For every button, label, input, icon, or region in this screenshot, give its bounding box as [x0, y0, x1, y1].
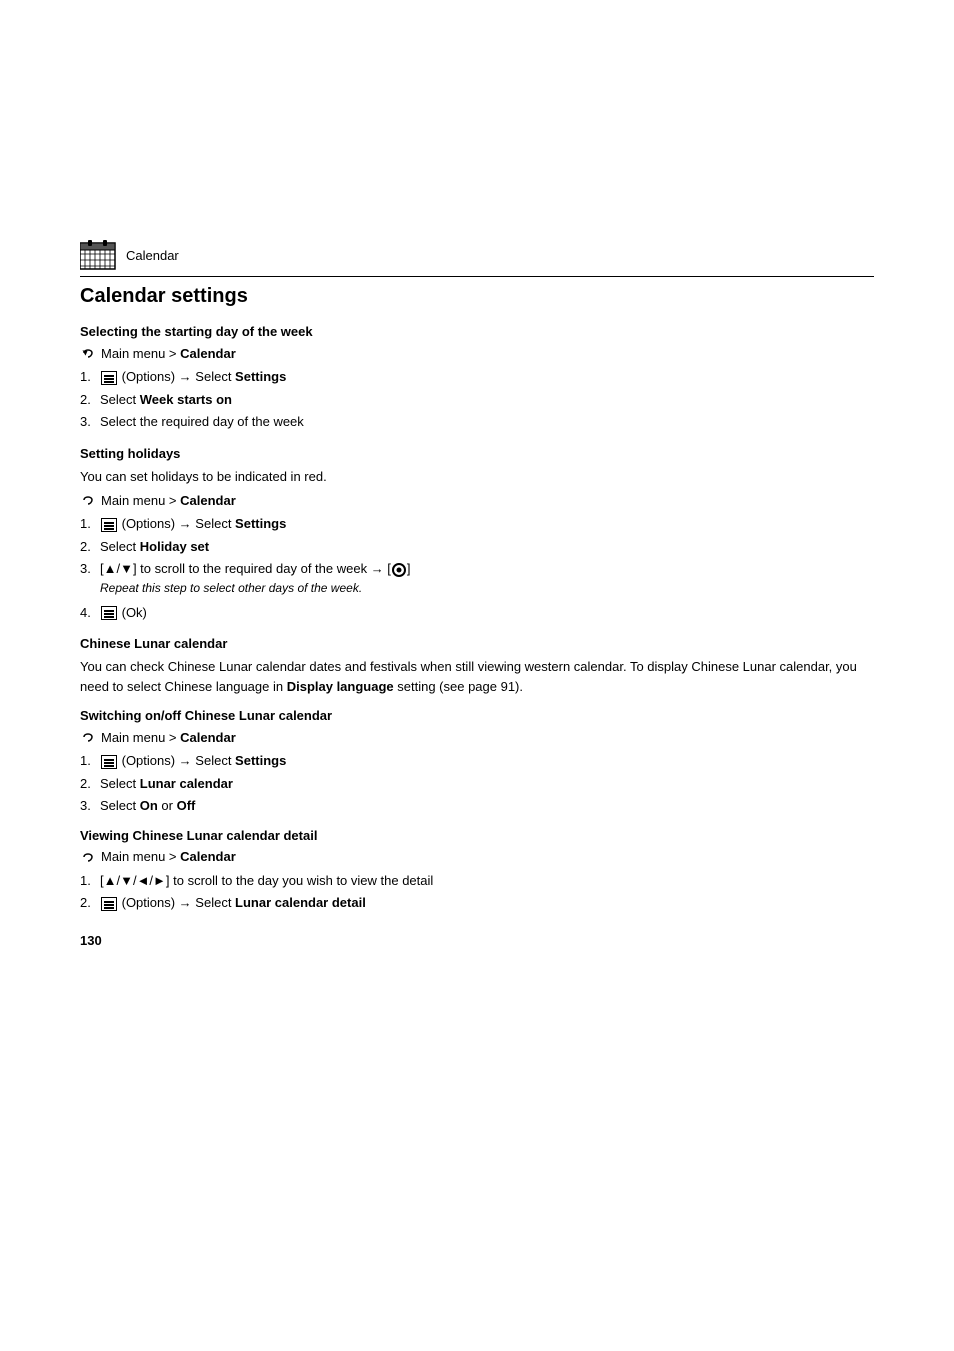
- options-icon: [101, 371, 117, 385]
- calendar-icon: [80, 240, 116, 270]
- step-1-viewing: 1. [▲/▼/◄/►] to scroll to the day you wi…: [80, 871, 874, 891]
- step-content: Select Holiday set: [100, 537, 874, 557]
- options-icon: [101, 897, 117, 911]
- subsection-title-selecting: Selecting the starting day of the week: [80, 324, 874, 339]
- step-number: 3.: [80, 412, 100, 432]
- step-content: (Options) → Select Settings: [100, 514, 874, 534]
- step-content: Select On or Off: [100, 796, 874, 816]
- main-menu-text-selecting: Main menu > Calendar: [101, 346, 236, 361]
- options-icon: [101, 755, 117, 769]
- step-2-selecting: 2. Select Week starts on: [80, 390, 874, 410]
- step-1-holidays: 1. (Options) → Select Settings: [80, 514, 874, 534]
- step-number: 1.: [80, 871, 100, 891]
- step-2-holidays: 2. Select Holiday set: [80, 537, 874, 557]
- step-number: 1.: [80, 751, 100, 771]
- step-number: 2.: [80, 774, 100, 794]
- steps-list-holidays: 1. (Options) → Select Settings 2. Select…: [80, 514, 874, 622]
- main-menu-switching: Main menu > Calendar: [80, 729, 874, 745]
- main-menu-viewing: Main menu > Calendar: [80, 849, 874, 865]
- page-number: 130: [80, 933, 874, 948]
- steps-list-viewing: 1. [▲/▼/◄/►] to scroll to the day you wi…: [80, 871, 874, 913]
- step-1-selecting: 1. (Options) → Select Settings: [80, 367, 874, 387]
- step-2-viewing: 2. (Options) → Select Lunar calendar det…: [80, 893, 874, 913]
- redo-arrow-icon-4: [80, 849, 96, 865]
- step-number: 2.: [80, 390, 100, 410]
- chinese-description: You can check Chinese Lunar calendar dat…: [80, 657, 874, 696]
- step-2-switching: 2. Select Lunar calendar: [80, 774, 874, 794]
- section-setting-holidays: Setting holidays You can set holidays to…: [80, 446, 874, 623]
- top-spacer: [80, 40, 874, 240]
- center-button-icon: [392, 563, 406, 577]
- page-title: Calendar settings: [80, 285, 874, 308]
- step-3-switching: 3. Select On or Off: [80, 796, 874, 816]
- main-menu-text-viewing: Main menu > Calendar: [101, 849, 236, 864]
- section-header: Calendar: [80, 240, 874, 277]
- main-menu-selecting: Main menu > Calendar: [80, 345, 874, 361]
- step-content: Select the required day of the week: [100, 412, 874, 432]
- redo-arrow-icon-3: [80, 729, 96, 745]
- step-content: (Options) → Select Lunar calendar detail: [100, 893, 874, 913]
- step-content: (Ok): [100, 603, 874, 623]
- section-label: Calendar: [126, 248, 179, 263]
- step-number: 3.: [80, 559, 100, 579]
- step-3-selecting: 3. Select the required day of the week: [80, 412, 874, 432]
- step-number: 2.: [80, 893, 100, 913]
- step-content: (Options) → Select Settings: [100, 367, 874, 387]
- step-number: 3.: [80, 796, 100, 816]
- subsection-title-holidays: Setting holidays: [80, 446, 874, 461]
- step-1-switching: 1. (Options) → Select Settings: [80, 751, 874, 771]
- step-content: Select Lunar calendar: [100, 774, 874, 794]
- step-content: [▲/▼] to scroll to the required day of t…: [100, 559, 411, 579]
- page: Calendar Calendar settings Selecting the…: [0, 0, 954, 1351]
- subsection-title-chinese: Chinese Lunar calendar: [80, 636, 874, 651]
- step-number: 1.: [80, 514, 100, 534]
- redo-arrow-icon-2: [80, 492, 96, 508]
- step-number: 1.: [80, 367, 100, 387]
- step-content: Select Week starts on: [100, 390, 874, 410]
- options-icon: [101, 606, 117, 620]
- sub-title-viewing: Viewing Chinese Lunar calendar detail: [80, 828, 874, 843]
- holiday-description: You can set holidays to be indicated in …: [80, 467, 874, 487]
- section-chinese-lunar: Chinese Lunar calendar You can check Chi…: [80, 636, 874, 913]
- step-3-holidays: 3. [▲/▼] to scroll to the required day o…: [80, 559, 874, 600]
- step-content: [▲/▼/◄/►] to scroll to the day you wish …: [100, 871, 874, 891]
- step-number: 4.: [80, 603, 100, 623]
- main-menu-text-holidays: Main menu > Calendar: [101, 493, 236, 508]
- section-selecting-start-day: Selecting the starting day of the week M…: [80, 324, 874, 432]
- options-icon: [101, 518, 117, 532]
- step-number: 2.: [80, 537, 100, 557]
- step-content: (Options) → Select Settings: [100, 751, 874, 771]
- redo-arrow-icon: [80, 345, 96, 361]
- main-menu-holidays: Main menu > Calendar: [80, 492, 874, 508]
- italic-note: Repeat this step to select other days of…: [100, 579, 362, 597]
- steps-list-selecting: 1. (Options) → Select Settings 2. Select…: [80, 367, 874, 432]
- steps-list-switching: 1. (Options) → Select Settings 2. Select…: [80, 751, 874, 816]
- step-4-holidays: 4. (Ok): [80, 603, 874, 623]
- main-menu-text-switching: Main menu > Calendar: [101, 730, 236, 745]
- sub-title-switching: Switching on/off Chinese Lunar calendar: [80, 708, 874, 723]
